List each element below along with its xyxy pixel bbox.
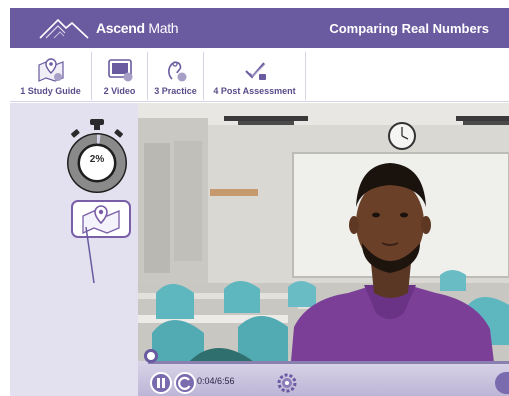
- progress-track[interactable]: [148, 361, 509, 364]
- video-screen-icon: [107, 59, 132, 82]
- time-display: 0:04/6:56: [197, 376, 235, 386]
- timer-percent: 2%: [89, 154, 105, 165]
- lesson-steps-bar: 1 Study Guide 2 Video 3 Practice 4 Post …: [10, 50, 509, 102]
- tab-label: 2 Video: [103, 86, 136, 96]
- replay-button[interactable]: [174, 372, 196, 394]
- tab-study-guide[interactable]: 1 Study Guide: [10, 52, 92, 100]
- lesson-title: Comparing Real Numbers: [329, 21, 489, 36]
- check-pencil-icon: [244, 62, 266, 80]
- map-pin-icon: [37, 58, 64, 82]
- tab-label: 1 Study Guide: [20, 86, 81, 96]
- tab-label: 3 Practice: [154, 86, 197, 96]
- replay-icon: [178, 376, 191, 390]
- pause-icon: [157, 378, 165, 388]
- classroom-video-frame: [138, 103, 509, 396]
- tab-video[interactable]: 2 Video: [92, 52, 148, 100]
- mountain-logo-icon: [39, 18, 89, 39]
- pause-button[interactable]: [150, 372, 172, 394]
- tab-practice[interactable]: 3 Practice: [148, 52, 204, 100]
- tab-post-assessment[interactable]: 4 Post Assessment: [204, 52, 306, 100]
- brand-name: Ascend Math: [96, 20, 179, 36]
- video-player[interactable]: [138, 103, 509, 396]
- practice-hand-icon: [167, 61, 186, 82]
- app-header: Ascend Math Comparing Real Numbers: [10, 8, 509, 48]
- pointer-line: [85, 226, 95, 284]
- gear-icon[interactable]: [276, 372, 298, 394]
- tab-label: 4 Post Assessment: [213, 86, 296, 96]
